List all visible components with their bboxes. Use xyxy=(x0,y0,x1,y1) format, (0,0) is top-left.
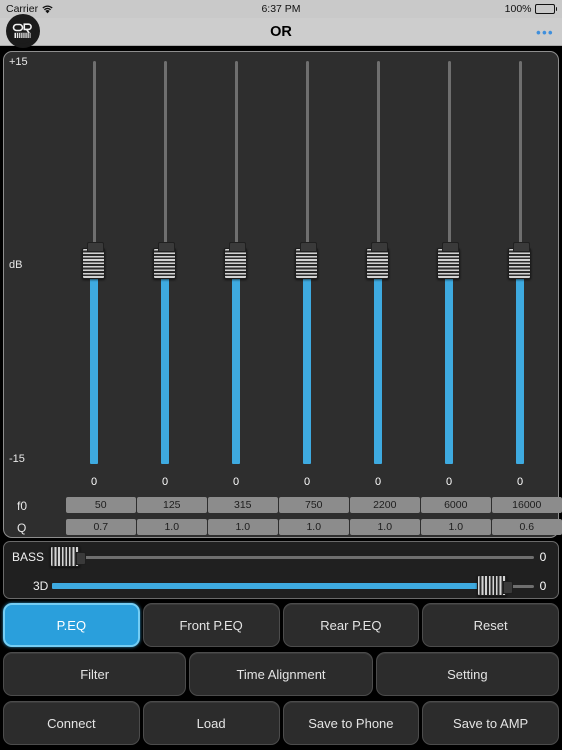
status-bar-right: 100% xyxy=(505,3,557,15)
three-d-label: 3D xyxy=(33,578,49,593)
eq-q-cell[interactable]: 1.0 xyxy=(421,519,491,535)
eq-band-4: 0 xyxy=(277,52,337,488)
more-options-button[interactable]: ••• xyxy=(536,18,554,46)
button-filter[interactable]: Filter xyxy=(3,652,187,696)
q-row-label: Q xyxy=(17,521,27,535)
eq-band-thumb[interactable] xyxy=(295,241,318,279)
eq-band-thumb[interactable] xyxy=(366,241,389,279)
eq-band-5: 0 xyxy=(348,52,408,488)
bass-slider-thumb[interactable] xyxy=(50,546,86,567)
eq-band-fill xyxy=(161,275,169,464)
eq-band-gain-value: 0 xyxy=(303,476,311,488)
eq-q-cell[interactable]: 0.7 xyxy=(66,519,136,535)
eq-band-fill xyxy=(303,275,311,464)
eq-q-cell[interactable]: 1.0 xyxy=(279,519,349,535)
eq-band-gain-value: 0 xyxy=(516,476,524,488)
eq-band-gain-value: 0 xyxy=(90,476,98,488)
eq-band-thumb[interactable] xyxy=(437,241,460,279)
nav-bar: OR ••• xyxy=(0,14,562,48)
button-connect[interactable]: Connect xyxy=(3,701,140,745)
f0-row-label: f0 xyxy=(17,499,28,513)
eq-q-cell[interactable]: 1.0 xyxy=(208,519,278,535)
three-d-slider-thumb[interactable] xyxy=(477,575,513,596)
button-load[interactable]: Load xyxy=(142,701,280,745)
eq-band-thumb[interactable] xyxy=(153,241,176,279)
eq-q-cell[interactable]: 1.0 xyxy=(137,519,207,535)
eq-band-gain-value: 0 xyxy=(232,476,240,488)
eq-f0-cell[interactable]: 125 xyxy=(137,497,207,513)
bass-value: 0 xyxy=(539,549,547,564)
bass-slider-row: BASS 0 xyxy=(4,542,560,571)
eq-q-cell[interactable]: 1.0 xyxy=(350,519,420,535)
three-d-slider-fill xyxy=(52,583,479,589)
three-d-value: 0 xyxy=(539,578,547,593)
button-rear-p-eq[interactable]: Rear P.EQ xyxy=(282,603,420,647)
eq-band-2: 0 xyxy=(135,52,195,488)
button-front-p-eq[interactable]: Front P.EQ xyxy=(142,603,280,647)
eq-band-fill xyxy=(374,275,382,464)
eq-band-6: 0 xyxy=(419,52,479,488)
eq-band-gain-value: 0 xyxy=(445,476,453,488)
page-title: OR xyxy=(270,24,292,40)
eq-slider-group: 0 0 0 0 0 0 0 xyxy=(4,52,560,539)
bass-slider-track[interactable] xyxy=(52,555,534,559)
tone-controls-panel: BASS 0 3D 0 xyxy=(3,541,559,599)
three-d-slider-row: 3D 0 xyxy=(4,571,560,600)
eq-band-7: 0 xyxy=(490,52,550,488)
eq-f0-cell[interactable]: 16000 xyxy=(492,497,562,513)
app-root: Carrier 6:37 PM 100% OR ••• +15 dB -15 0… xyxy=(0,0,562,750)
eq-band-gain-value: 0 xyxy=(161,476,169,488)
battery-percent-label: 100% xyxy=(504,3,532,15)
eq-f0-cell[interactable]: 750 xyxy=(279,497,349,513)
eq-f0-cell[interactable]: 315 xyxy=(208,497,278,513)
button-setting[interactable]: Setting xyxy=(375,652,559,696)
eq-band-1: 0 xyxy=(64,52,124,488)
eq-q-cell[interactable]: 0.6 xyxy=(492,519,562,535)
eq-band-fill xyxy=(232,275,240,464)
battery-full-icon xyxy=(534,4,557,14)
button-save-to-phone[interactable]: Save to Phone xyxy=(282,701,420,745)
status-bar: Carrier 6:37 PM 100% xyxy=(0,0,562,18)
eq-band-3: 0 xyxy=(206,52,266,488)
button-reset[interactable]: Reset xyxy=(422,603,559,647)
eq-band-thumb[interactable] xyxy=(508,241,531,279)
status-bar-time: 6:37 PM xyxy=(261,3,301,15)
eq-band-fill xyxy=(516,275,524,464)
eq-band-gain-value: 0 xyxy=(374,476,382,488)
eq-band-thumb[interactable] xyxy=(82,241,105,279)
button-save-to-amp[interactable]: Save to AMP xyxy=(422,701,559,745)
button-p-eq[interactable]: P.EQ xyxy=(3,603,140,647)
eq-band-thumb[interactable] xyxy=(224,241,247,279)
bass-label: BASS xyxy=(12,549,45,564)
eq-f0-cell[interactable]: 50 xyxy=(66,497,136,513)
eq-f0-cell[interactable]: 2200 xyxy=(350,497,420,513)
eq-band-fill xyxy=(90,275,98,464)
eq-f0-cell[interactable]: 6000 xyxy=(421,497,491,513)
equalizer-panel: +15 dB -15 0000000 f0 Q 50 0.7 125 1.0 315 1.… xyxy=(3,51,562,539)
eq-band-fill xyxy=(445,275,453,464)
button-time-alignment[interactable]: Time Alignment xyxy=(189,652,373,696)
